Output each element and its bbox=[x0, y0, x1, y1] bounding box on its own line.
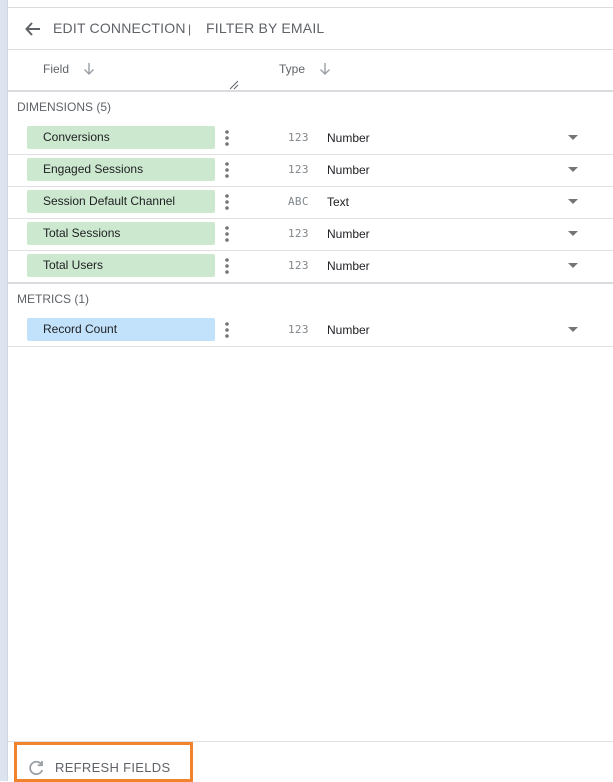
type-value: Number bbox=[327, 259, 370, 273]
dropdown-caret-icon bbox=[568, 135, 578, 140]
field-row: Session Default Channel ABC Text bbox=[8, 186, 613, 219]
dimensions-section-label: DIMENSIONS (5) bbox=[17, 100, 112, 114]
field-row: Conversions 123 Number bbox=[8, 122, 613, 155]
dropdown-caret-icon bbox=[568, 263, 578, 268]
type-value: Text bbox=[327, 195, 350, 209]
panel-toolbar: EDIT CONNECTION | FILTER BY EMAIL bbox=[8, 8, 613, 50]
field-row: Total Sessions 123 Number bbox=[8, 218, 613, 251]
more-vert-icon[interactable] bbox=[221, 257, 233, 275]
panel-footer: REFRESH FIELDS bbox=[8, 741, 613, 782]
dropdown-caret-icon bbox=[568, 231, 578, 236]
more-vert-icon[interactable] bbox=[221, 129, 233, 147]
dimension-field-chip[interactable]: Conversions bbox=[27, 126, 215, 149]
type-column-header[interactable]: Type bbox=[279, 62, 331, 76]
more-vert-icon[interactable] bbox=[221, 225, 233, 243]
dropdown-caret-icon bbox=[568, 327, 578, 332]
number-type-icon: 123 bbox=[288, 227, 309, 240]
left-sidebar-edge bbox=[0, 0, 8, 781]
dropdown-caret-icon bbox=[568, 199, 578, 204]
dropdown-caret-icon bbox=[568, 167, 578, 172]
field-row: Engaged Sessions 123 Number bbox=[8, 154, 613, 187]
number-type-icon: 123 bbox=[288, 323, 309, 336]
number-type-icon: 123 bbox=[288, 131, 309, 144]
column-header-row: Field Type bbox=[8, 50, 613, 92]
field-row: Record Count 123 Number bbox=[8, 314, 613, 347]
type-value: Number bbox=[327, 323, 370, 337]
dimension-field-chip[interactable]: Engaged Sessions bbox=[27, 158, 215, 181]
column-resize-handle[interactable] bbox=[229, 77, 239, 90]
sort-arrow-icon bbox=[319, 62, 331, 76]
type-value: Number bbox=[327, 227, 370, 241]
refresh-fields-button[interactable]: REFRESH FIELDS bbox=[14, 742, 193, 782]
refresh-fields-label: REFRESH FIELDS bbox=[55, 760, 171, 775]
type-value: Number bbox=[327, 163, 370, 177]
edit-connection-button[interactable]: EDIT CONNECTION bbox=[53, 20, 186, 36]
field-column-label: Field bbox=[43, 62, 70, 76]
more-vert-icon[interactable] bbox=[221, 161, 233, 179]
filter-by-email-button[interactable]: FILTER BY EMAIL bbox=[206, 20, 324, 36]
field-row: Total Users 123 Number bbox=[8, 250, 613, 284]
toolbar-separator: | bbox=[188, 22, 192, 36]
refresh-icon bbox=[27, 759, 45, 782]
dimension-field-chip[interactable]: Session Default Channel bbox=[27, 190, 215, 213]
sort-arrow-icon bbox=[83, 62, 95, 76]
more-vert-icon[interactable] bbox=[221, 321, 233, 339]
number-type-icon: 123 bbox=[288, 163, 309, 176]
dimension-field-chip[interactable]: Total Sessions bbox=[27, 222, 215, 245]
type-value: Number bbox=[327, 131, 370, 145]
metrics-section-label: METRICS (1) bbox=[17, 292, 89, 306]
fields-panel: EDIT CONNECTION | FILTER BY EMAIL Field … bbox=[8, 0, 613, 782]
text-type-icon: ABC bbox=[288, 195, 309, 208]
dimension-field-chip[interactable]: Total Users bbox=[27, 254, 215, 277]
metric-field-chip[interactable]: Record Count bbox=[27, 318, 215, 341]
type-dropdown[interactable] bbox=[308, 188, 588, 216]
number-type-icon: 123 bbox=[288, 259, 309, 272]
type-column-label: Type bbox=[279, 62, 306, 76]
back-arrow-icon[interactable] bbox=[22, 18, 44, 40]
more-vert-icon[interactable] bbox=[221, 193, 233, 211]
field-column-header[interactable]: Field bbox=[43, 62, 95, 76]
